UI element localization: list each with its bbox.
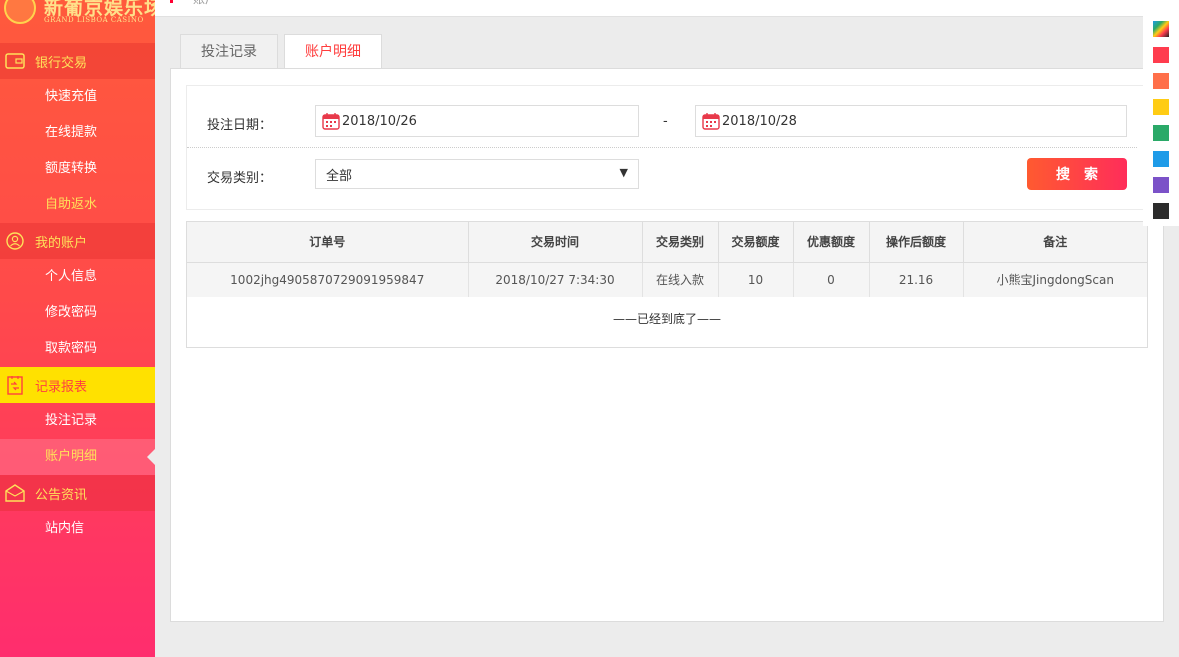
cell-time: 2018/10/27 7:34:30: [468, 262, 643, 297]
search-button[interactable]: 搜索: [1027, 158, 1127, 190]
filter-form: 投注日期： 2018/10/26 - 2018/10/28 交易类别： 全部 ▼…: [186, 85, 1144, 210]
table: 订单号 交易时间 交易类别 交易额度 优惠额度 操作后额度 备注 1002jhg…: [187, 222, 1147, 297]
column-header-bonus: 优惠额度: [793, 222, 870, 263]
sidebar-item-quick-deposit[interactable]: 快速充值: [0, 79, 155, 115]
menu-group-label: 公告资讯: [35, 487, 88, 503]
end-date-input[interactable]: 2018/10/28: [695, 105, 1127, 137]
column-header-balance: 操作后额度: [869, 222, 964, 263]
cell-amount: 10: [718, 262, 794, 297]
topbar-accent-mark: [170, 0, 173, 3]
cell-balance: 21.16: [869, 262, 964, 297]
cell-type: 在线入款: [642, 262, 719, 297]
tab-bar: 投注记录 账户明细: [180, 34, 388, 70]
cell-order-id: 1002jhg4905870729091959847: [187, 262, 469, 297]
filter-divider: [187, 147, 1137, 148]
swatch-red[interactable]: [1153, 47, 1169, 63]
sidebar-item-online-withdraw[interactable]: 在线提款: [0, 115, 155, 151]
theme-swatch-panel: [1143, 14, 1179, 226]
report-icon: [5, 376, 25, 395]
sidebar-item-withdraw-password[interactable]: 取款密码: [0, 331, 155, 367]
sidebar: 新葡京娱乐场 GRAND LISBOA CASINO 银行交易 快速充值 在线提…: [0, 0, 155, 657]
logo[interactable]: 新葡京娱乐场 GRAND LISBOA CASINO: [0, 0, 155, 43]
sidebar-item-change-password[interactable]: 修改密码: [0, 295, 155, 331]
transaction-type-select[interactable]: 全部 ▼: [315, 159, 639, 189]
column-header-type: 交易类别: [642, 222, 719, 263]
start-date-value: 2018/10/26: [342, 113, 417, 129]
mail-icon: [5, 484, 25, 502]
sidebar-item-account-details[interactable]: 账户明细: [0, 439, 155, 475]
menu-group-notices[interactable]: 公告资讯: [0, 475, 155, 511]
column-header-order-id: 订单号: [187, 222, 469, 263]
tab-account-details[interactable]: 账户明细: [284, 34, 382, 70]
column-header-amount: 交易额度: [718, 222, 794, 263]
cell-bonus: 0: [793, 262, 870, 297]
date-label: 投注日期：: [207, 118, 273, 133]
swatch-black[interactable]: [1153, 203, 1169, 219]
topbar-title: 账户: [193, 0, 217, 7]
dropdown-arrow-icon: ▼: [619, 166, 628, 179]
type-label: 交易类别：: [207, 171, 273, 186]
sidebar-item-bet-records[interactable]: 投注记录: [0, 403, 155, 439]
start-date-input[interactable]: 2018/10/26: [315, 105, 639, 137]
top-bar: 账户: [155, 0, 1179, 17]
cell-remark: 小熊宝JingdongScan: [963, 262, 1147, 297]
sidebar-item-rebate[interactable]: 自助返水: [0, 187, 155, 223]
logo-subtitle: GRAND LISBOA CASINO: [44, 16, 144, 24]
sidebar-item-profile[interactable]: 个人信息: [0, 259, 155, 295]
menu-group-account[interactable]: 我的账户: [0, 223, 155, 259]
swatch-purple[interactable]: [1153, 177, 1169, 193]
swatch-green[interactable]: [1153, 125, 1169, 141]
date-separator: -: [663, 114, 668, 129]
menu-group-label: 我的账户: [35, 235, 88, 251]
column-header-time: 交易时间: [468, 222, 643, 263]
calendar-icon: [702, 113, 720, 130]
swatch-yellow[interactable]: [1153, 99, 1169, 115]
menu-group-records[interactable]: 记录报表: [0, 367, 155, 403]
menu-group-label: 银行交易: [35, 55, 88, 71]
swatch-blue[interactable]: [1153, 151, 1169, 167]
table-row: 1002jhg4905870729091959847 2018/10/27 7:…: [187, 262, 1147, 297]
swatch-multicolor[interactable]: [1153, 21, 1169, 37]
table-header-row: 订单号 交易时间 交易类别 交易额度 优惠额度 操作后额度 备注: [187, 222, 1147, 263]
menu-group-label: 记录报表: [35, 379, 88, 395]
transaction-type-value: 全部: [326, 168, 353, 184]
column-header-remark: 备注: [963, 222, 1147, 263]
sidebar-item-transfer[interactable]: 额度转换: [0, 151, 155, 187]
menu-group-bank[interactable]: 银行交易: [0, 43, 155, 79]
details-table: 订单号 交易时间 交易类别 交易额度 优惠额度 操作后额度 备注 1002jhg…: [186, 221, 1148, 348]
wallet-icon: [5, 52, 25, 70]
logo-emblem-icon: [4, 0, 36, 24]
tab-bet-records[interactable]: 投注记录: [180, 34, 278, 69]
sidebar-item-inbox[interactable]: 站内信: [0, 511, 155, 547]
user-icon: [5, 232, 25, 250]
calendar-icon: [322, 113, 340, 130]
swatch-orange[interactable]: [1153, 73, 1169, 89]
end-date-value: 2018/10/28: [722, 113, 797, 129]
end-of-list-note: ——已经到底了——: [612, 312, 721, 326]
